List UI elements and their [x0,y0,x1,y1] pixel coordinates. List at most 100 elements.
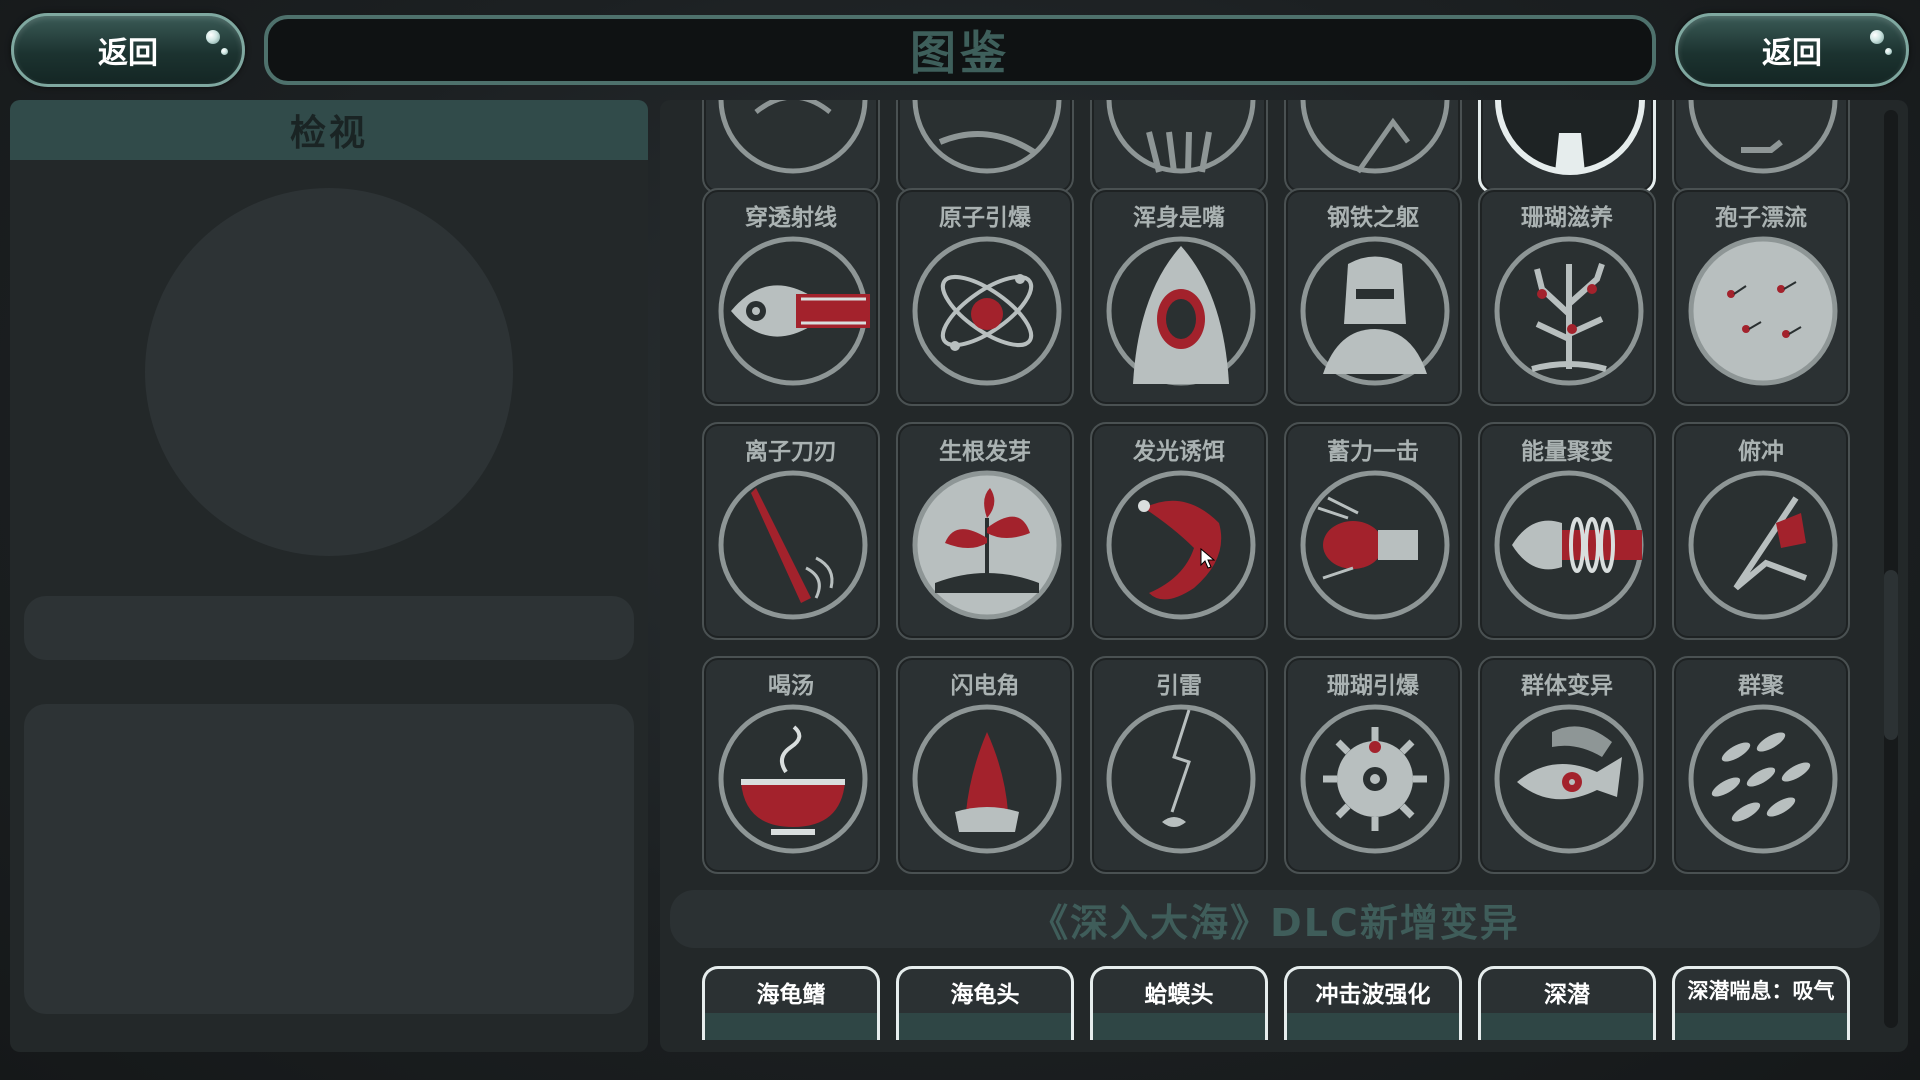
robot-icon [1298,234,1452,388]
scrollbar-thumb[interactable] [1884,570,1898,740]
mutation-card-spore-drift[interactable]: 孢子漂流 [1672,188,1850,406]
mutation-card-lightning-lure[interactable]: 引雷 [1090,656,1268,874]
dlc-mutation-card[interactable]: 深潜喘息：吸气 [1672,966,1850,1040]
mutation-card-swarm-mutation[interactable]: 群体变异 [1478,656,1656,874]
anglerfish-icon [1104,468,1258,622]
mutation-icon [716,100,870,176]
fish-school-icon [1686,702,1840,856]
mutation-card[interactable] [896,100,1074,194]
mutation-card-charged-strike[interactable]: 蓄力一击 [1284,422,1462,640]
mutation-card-lightning-horn[interactable]: 闪电角 [896,656,1074,874]
mutation-label: 生根发芽 [939,439,1031,465]
mutation-label: 浑身是嘴 [1133,205,1225,231]
dlc-mutation-card[interactable]: 深潜 [1478,966,1656,1040]
bubble-icon [221,48,228,55]
mutation-label: 能量聚变 [1521,439,1613,465]
mutation-card-selected[interactable] [1478,100,1656,194]
mutation-icon [910,100,1064,176]
mutation-preview-image [145,188,513,556]
bubble-icon [206,30,220,44]
mutation-card-sprouting[interactable]: 生根发芽 [896,422,1074,640]
mutation-label: 发光诱饵 [1133,439,1225,465]
soup-bowl-icon [716,702,870,856]
mutation-card-glowing-lure[interactable]: 发光诱饵 [1090,422,1268,640]
mutation-card-coral-detonation[interactable]: 珊瑚引爆 [1284,656,1462,874]
lightning-icon [1104,702,1258,856]
dlc-mutation-card[interactable]: 蛤蟆头 [1090,966,1268,1040]
mutation-label: 原子引爆 [939,205,1031,231]
mutation-label: 离子刀刃 [745,439,837,465]
dlc-mutation-card[interactable]: 冲击波强化 [1284,966,1462,1040]
scrollbar-track[interactable] [1884,110,1898,1028]
coral-icon [1492,234,1646,388]
mutation-card-swarm[interactable]: 群聚 [1672,656,1850,874]
mine-icon [1298,702,1452,856]
card-strip [899,1013,1071,1040]
radioactive-fish-icon [1492,702,1646,856]
mutation-card-ion-blade[interactable]: 离子刀刃 [702,422,880,640]
card-strip [1093,1013,1265,1040]
mutation-grid: 穿透射线 原子引爆 浑身是嘴 钢铁之躯 珊瑚滋养 孢子漂流 离子刀刃 生根发芽 … [660,100,1880,1040]
mutation-label: 蛤蟆头 [1144,982,1214,1008]
mutation-label: 俯冲 [1738,439,1784,465]
back-button-left[interactable]: 返回 [11,13,245,87]
bubble-icon [1870,30,1884,44]
mutation-card-coral-nourish[interactable]: 珊瑚滋养 [1478,188,1656,406]
mutation-card[interactable] [1090,100,1268,194]
boxing-glove-icon [1298,468,1452,622]
breath-icon [1687,1021,1841,1040]
mutation-card-penetrating-ray[interactable]: 穿透射线 [702,188,880,406]
mutation-name-box [24,596,634,660]
mutation-card-energy-fusion[interactable]: 能量聚变 [1478,422,1656,640]
codex-panel: 穿透射线 原子引爆 浑身是嘴 钢铁之躯 珊瑚滋养 孢子漂流 离子刀刃 生根发芽 … [660,100,1908,1052]
mutation-label: 深潜喘息：吸气 [1687,979,1835,1003]
dlc-section-banner: 《深入大海》DLC新增变异 [670,890,1880,948]
atom-icon [910,234,1064,388]
dlc-mutation-card[interactable]: 海龟头 [896,966,1074,1040]
dlc-mutation-card[interactable]: 海龟鳍 [702,966,880,1040]
shockwave-icon [1299,1021,1453,1040]
mutation-label: 蓄力一击 [1327,439,1419,465]
mutation-card-steel-body[interactable]: 钢铁之躯 [1284,188,1462,406]
mutation-label: 群体变异 [1521,673,1613,699]
mutation-card[interactable] [1284,100,1462,194]
turtle-flipper-icon [717,1021,871,1040]
mutation-label: 海龟鳍 [756,982,826,1008]
mutation-label: 闪电角 [950,673,1020,699]
mutation-label: 穿透射线 [745,205,837,231]
mutation-card-all-mouth[interactable]: 浑身是嘴 [1090,188,1268,406]
mutation-label: 深潜 [1544,982,1590,1008]
mouse-cursor-icon [1200,548,1216,569]
mutation-label: 喝汤 [768,673,814,699]
mutation-card[interactable] [1672,100,1850,194]
mutation-description-box [24,704,634,1014]
mutation-card-soup[interactable]: 喝汤 [702,656,880,874]
dlc-banner-text: 《深入大海》DLC新增变异 [1030,900,1520,945]
shark-mouth-icon [1104,234,1258,388]
penetrating-ray-icon [716,234,870,388]
page-title-text: 图鉴 [910,26,1010,80]
mutation-card-atomic-detonation[interactable]: 原子引爆 [896,188,1074,406]
mutation-label: 珊瑚引爆 [1327,673,1419,699]
mutation-label: 孢子漂流 [1715,205,1807,231]
mutation-label: 海龟头 [950,982,1020,1008]
horn-icon [910,702,1064,856]
inspect-panel: 检视 [10,100,648,1052]
mutation-card-dive[interactable]: 俯冲 [1672,422,1850,640]
bubble-icon [1885,48,1892,55]
blade-icon [716,468,870,622]
dive-arrow-icon [1686,468,1840,622]
mutation-label: 引雷 [1156,673,1202,699]
page-title: 图鉴 [264,15,1656,85]
mutation-card[interactable] [702,100,880,194]
mutation-icon [1493,100,1647,177]
mutation-label: 珊瑚滋养 [1521,205,1613,231]
energy-beam-icon [1492,468,1646,622]
inspect-header: 检视 [10,100,648,160]
mutation-label: 钢铁之躯 [1327,205,1419,231]
back-button-right[interactable]: 返回 [1675,13,1909,87]
back-button-label: 返回 [1762,36,1822,71]
mutation-icon [1686,100,1840,176]
mutation-label: 群聚 [1738,673,1784,699]
mutation-icon [1104,100,1258,176]
